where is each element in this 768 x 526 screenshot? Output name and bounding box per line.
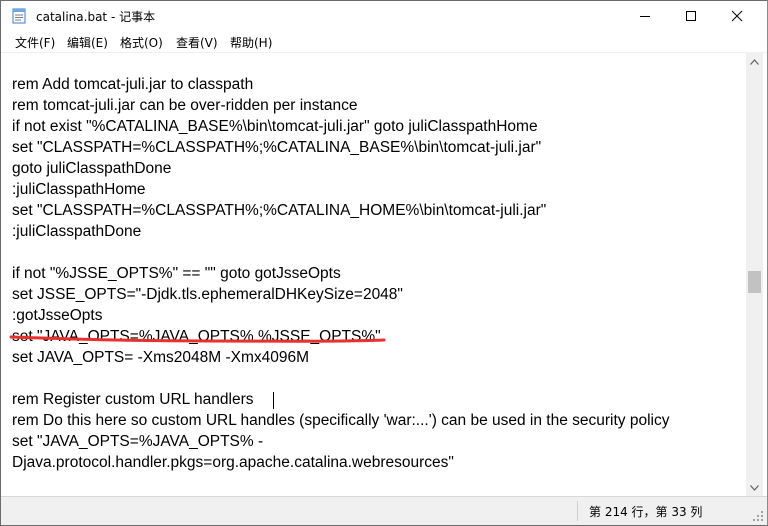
- window-title: catalina.bat - 记事本: [36, 10, 156, 24]
- editor-line: if not exist "%CATALINA_BASE%\bin\tomcat…: [12, 118, 538, 135]
- title-bar[interactable]: catalina.bat - 记事本: [1, 1, 767, 31]
- menu-bar: 文件(F) 编辑(E) 格式(O) 查看(V) 帮助(H): [1, 31, 767, 53]
- cursor-position: 第 214 行，第 33 列: [589, 505, 703, 519]
- menu-file[interactable]: 文件(F): [15, 34, 55, 51]
- editor-line: if not "%JSSE_OPTS%" == "" goto gotJsseO…: [12, 265, 341, 282]
- text-caret: [273, 392, 274, 409]
- close-button[interactable]: [714, 1, 760, 31]
- status-divider: [577, 501, 578, 521]
- editor-line: set "CLASSPATH=%CLASSPATH%;%CATALINA_HOM…: [12, 202, 547, 219]
- editor-line: set JAVA_OPTS= -Xms2048M -Xmx4096M: [12, 349, 310, 366]
- vertical-scrollbar[interactable]: [746, 53, 763, 496]
- notepad-window: catalina.bat - 记事本 文件(F) 编辑(E) 格式(O) 查看(…: [0, 0, 768, 526]
- editor-line-struck: set "JAVA_OPTS=%JAVA_OPTS% %JSSE_OPTS%": [12, 328, 381, 345]
- minimize-icon: [640, 16, 650, 17]
- editor-line: :gotJsseOpts: [12, 307, 103, 324]
- maximize-button[interactable]: [668, 1, 714, 31]
- text-editor[interactable]: rem Add tomcat-juli.jar to classpath rem…: [1, 53, 746, 496]
- editor-line: set "JAVA_OPTS=%JAVA_OPTS% -: [12, 433, 264, 450]
- editor-line: rem Do this here so custom URL handles (…: [12, 412, 670, 429]
- chevron-down-icon: [750, 484, 759, 491]
- editor-line: goto juliClasspathDone: [12, 160, 172, 177]
- chevron-up-icon: [750, 58, 759, 65]
- editor-line: rem Register custom URL handlers: [12, 391, 254, 408]
- close-icon: [731, 10, 743, 22]
- editor-line: :juliClasspathHome: [12, 181, 146, 198]
- editor-line: rem Add tomcat-juli.jar to classpath: [12, 76, 254, 93]
- editor-line: set JSSE_OPTS="-Djdk.tls.ephemeralDHKeyS…: [12, 286, 403, 303]
- menu-format[interactable]: 格式(O): [120, 34, 163, 51]
- maximize-icon: [686, 11, 696, 21]
- resize-grip-icon[interactable]: [752, 510, 764, 522]
- menu-edit[interactable]: 编辑(E): [67, 34, 108, 51]
- scroll-down-button[interactable]: [746, 479, 763, 496]
- editor-line: :juliClasspathDone: [12, 223, 142, 240]
- status-bar: 第 214 行，第 33 列: [1, 496, 767, 525]
- menu-help[interactable]: 帮助(H): [230, 34, 272, 51]
- scroll-up-button[interactable]: [746, 53, 763, 70]
- menu-view[interactable]: 查看(V): [176, 34, 218, 51]
- minimize-button[interactable]: [622, 1, 668, 31]
- notepad-app-icon: [11, 8, 27, 24]
- editor-line: set "CLASSPATH=%CLASSPATH%;%CATALINA_BAS…: [12, 139, 542, 156]
- scrollbar-thumb[interactable]: [748, 271, 761, 293]
- editor-line: rem tomcat-juli.jar can be over-ridden p…: [12, 97, 358, 114]
- editor-line: Djava.protocol.handler.pkgs=org.apache.c…: [12, 454, 454, 471]
